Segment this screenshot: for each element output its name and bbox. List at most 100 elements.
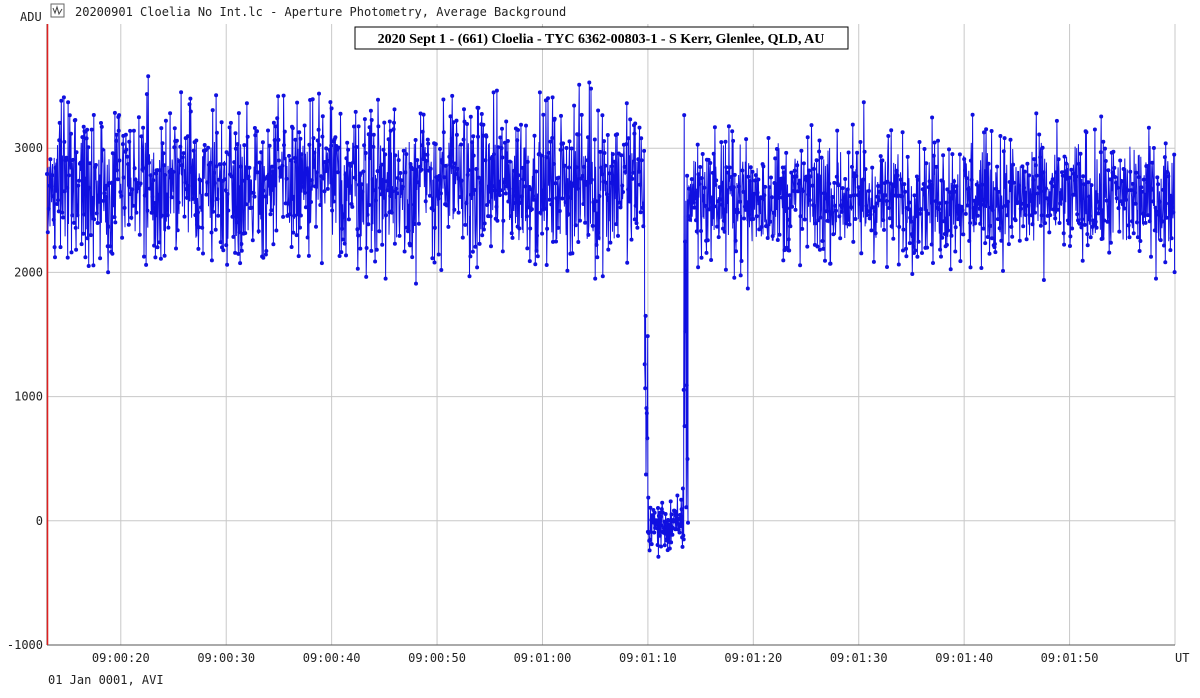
data-point <box>616 233 620 238</box>
data-point <box>919 207 924 212</box>
data-point <box>648 537 652 542</box>
data-point <box>293 159 298 164</box>
data-point <box>397 233 402 238</box>
data-point <box>274 228 279 233</box>
data-point <box>448 114 453 119</box>
data-point <box>1069 167 1074 172</box>
data-point <box>1100 236 1105 241</box>
data-point <box>86 145 91 150</box>
data-point <box>610 164 615 169</box>
data-point <box>587 80 592 85</box>
data-point <box>927 179 932 184</box>
data-point <box>593 276 598 281</box>
data-point <box>685 173 690 178</box>
data-point <box>973 221 978 226</box>
data-point <box>150 194 155 199</box>
data-point <box>538 210 543 215</box>
data-point <box>130 187 135 192</box>
data-point <box>272 138 277 143</box>
data-point <box>631 170 636 175</box>
data-point <box>94 211 99 216</box>
data-point <box>942 232 947 236</box>
data-point <box>84 136 89 141</box>
data-point <box>790 204 795 209</box>
data-point <box>997 226 1002 231</box>
data-point <box>678 521 683 526</box>
data-point <box>619 153 624 158</box>
data-point <box>957 152 962 157</box>
data-point <box>113 220 118 225</box>
data-point <box>391 127 396 132</box>
data-point <box>596 108 601 113</box>
data-point <box>805 244 810 249</box>
data-point <box>925 211 930 216</box>
data-point <box>122 205 127 210</box>
data-point <box>576 132 581 137</box>
data-point <box>592 208 597 213</box>
data-point <box>751 217 756 221</box>
data-point <box>239 164 243 169</box>
data-point <box>121 175 126 180</box>
data-point <box>1104 198 1109 203</box>
data-point <box>98 256 103 261</box>
data-point <box>1166 174 1171 179</box>
data-point <box>204 192 209 197</box>
data-point <box>59 98 64 103</box>
data-point <box>869 228 874 233</box>
data-point <box>589 86 593 91</box>
data-point <box>1087 194 1091 199</box>
data-point <box>315 138 320 143</box>
data-point <box>61 215 65 220</box>
data-point <box>372 188 377 193</box>
data-point <box>214 164 219 169</box>
data-point <box>176 200 181 205</box>
data-point <box>261 255 266 260</box>
data-point <box>911 244 916 249</box>
data-point <box>76 183 81 188</box>
y-axis-label: ADU <box>20 10 42 24</box>
data-point <box>477 241 482 246</box>
data-point <box>1051 207 1056 212</box>
data-point <box>187 102 192 107</box>
data-point <box>898 177 903 182</box>
data-point <box>677 530 682 535</box>
data-point <box>691 200 696 205</box>
data-point <box>880 158 885 163</box>
data-point <box>474 167 479 171</box>
data-point <box>95 221 100 225</box>
data-point <box>539 153 544 158</box>
data-point <box>534 248 539 253</box>
data-point <box>171 169 176 174</box>
data-point <box>49 184 54 189</box>
x-tick-label: 09:01:30 <box>830 651 888 665</box>
data-point <box>558 147 563 152</box>
data-point <box>132 166 137 171</box>
data-point <box>261 188 266 193</box>
data-point <box>79 242 84 247</box>
data-point <box>188 96 193 101</box>
data-point <box>795 163 800 168</box>
data-point <box>629 237 634 242</box>
data-point <box>703 203 708 208</box>
data-point <box>90 195 95 200</box>
data-point <box>190 196 195 201</box>
data-point <box>1135 220 1139 225</box>
data-point <box>74 150 79 155</box>
data-point <box>138 181 143 186</box>
data-point <box>823 196 828 201</box>
data-point <box>871 259 876 264</box>
data-point <box>550 136 555 140</box>
data-point <box>817 149 822 154</box>
data-point <box>118 190 123 194</box>
data-point <box>576 240 581 244</box>
data-point <box>358 246 363 251</box>
data-point <box>828 261 833 266</box>
data-point <box>913 248 918 253</box>
data-point <box>314 224 318 229</box>
data-point <box>867 216 872 221</box>
data-point <box>1108 240 1113 245</box>
data-point <box>652 510 657 515</box>
data-point <box>66 173 71 178</box>
data-point <box>897 224 902 229</box>
data-point <box>388 194 393 198</box>
